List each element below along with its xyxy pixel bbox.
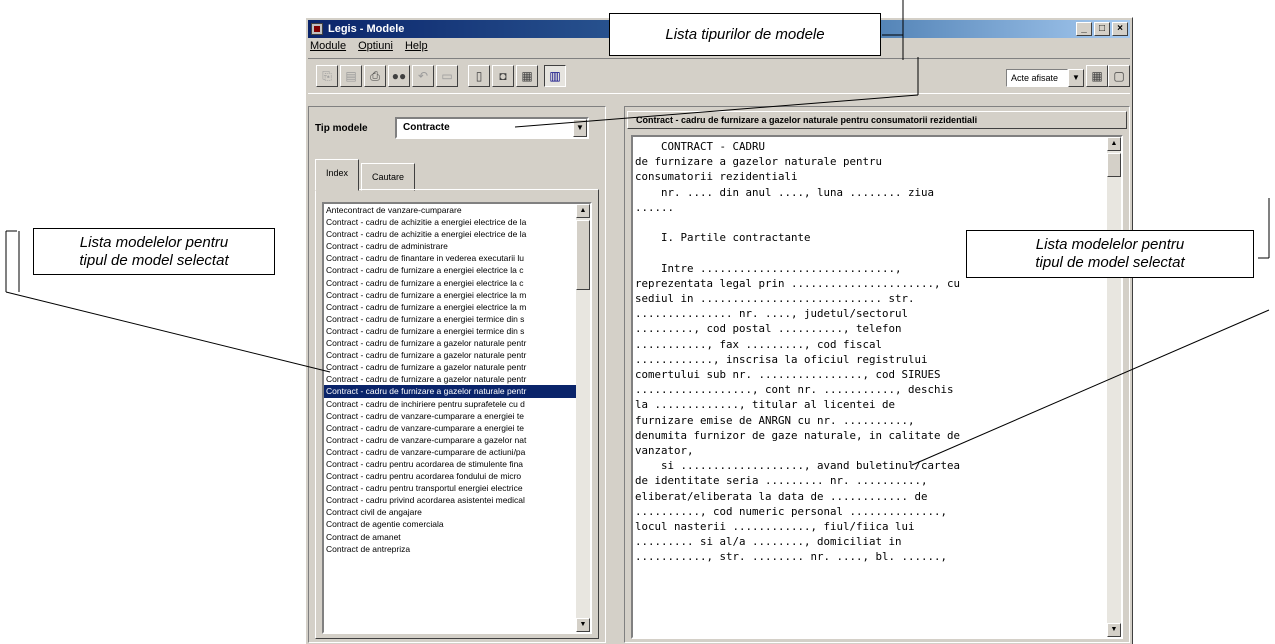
- tab-index[interactable]: Index: [315, 159, 360, 191]
- callout-lines: [5, 0, 1270, 466]
- callout-top: Lista tipurilor de modele: [609, 13, 881, 56]
- callout-right: Lista modelelor pentru tipul de model se…: [966, 230, 1254, 278]
- callout-left: Lista modelelor pentru tipul de model se…: [33, 228, 275, 275]
